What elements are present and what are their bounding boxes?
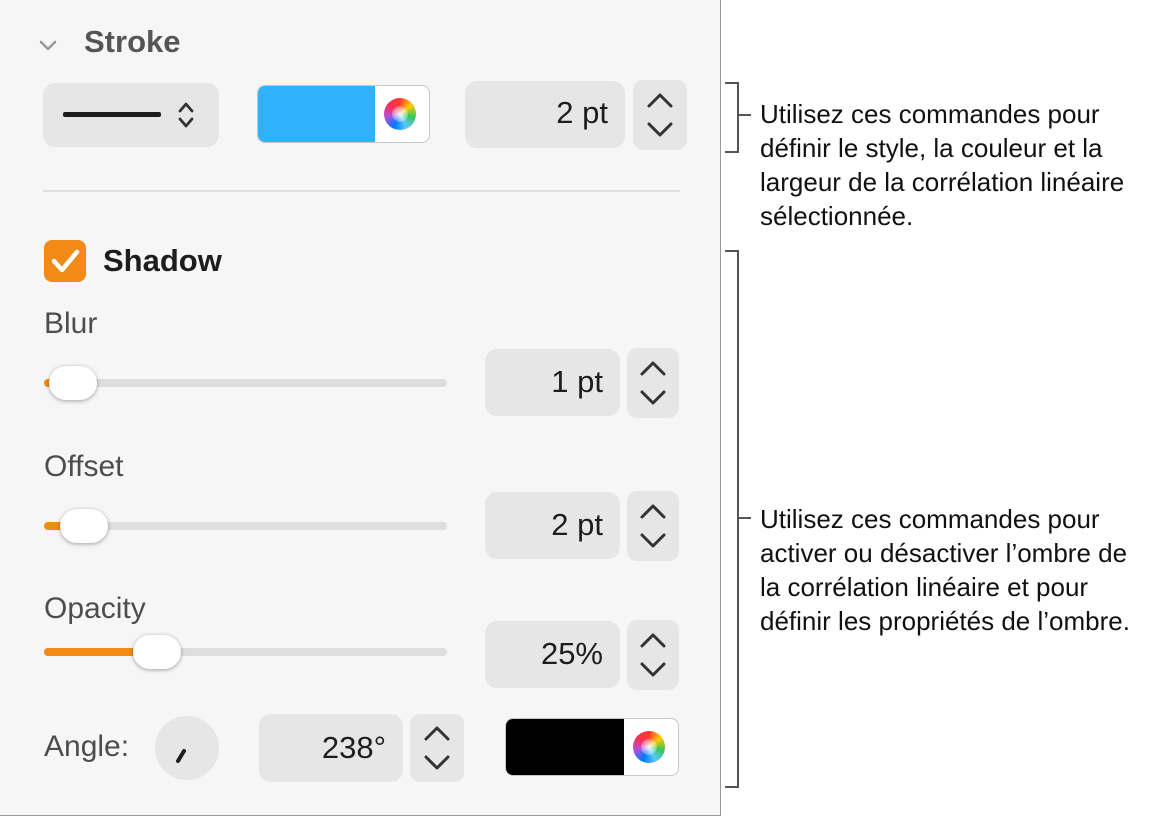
stepper-up-icon[interactable] (638, 501, 668, 521)
section-divider (43, 190, 680, 192)
blur-slider-thumb[interactable] (49, 366, 97, 400)
shadow-callout-bracket (725, 250, 739, 788)
stepper-up-icon[interactable] (638, 630, 668, 650)
opacity-value-field[interactable]: 25% (485, 621, 620, 688)
shadow-color-swatch (506, 719, 624, 775)
shadow-callout-leader (737, 517, 751, 519)
shadow-title: Shadow (103, 243, 222, 278)
angle-dial[interactable] (155, 716, 219, 780)
stepper-down-icon[interactable] (638, 388, 668, 408)
stepper-down-icon[interactable] (645, 120, 675, 140)
blur-stepper[interactable] (627, 348, 679, 418)
opacity-stepper[interactable] (627, 620, 679, 690)
angle-label: Angle: (44, 730, 130, 763)
blur-label: Blur (44, 307, 98, 340)
stroke-width-stepper[interactable] (633, 80, 687, 150)
shadow-checkbox[interactable] (44, 240, 86, 282)
stepper-down-icon[interactable] (638, 531, 668, 551)
stroke-title: Stroke (84, 24, 181, 59)
chevron-down-icon[interactable] (37, 34, 59, 56)
shadow-color-well[interactable] (505, 718, 679, 776)
color-wheel-icon[interactable] (384, 98, 416, 130)
blur-slider-track[interactable] (44, 379, 447, 387)
stroke-width-value: 2 pt (556, 95, 608, 130)
blur-value: 1 pt (551, 364, 603, 399)
checkmark-icon (51, 249, 80, 273)
angle-dial-icon (176, 749, 186, 763)
stroke-callout-leader (737, 114, 751, 116)
offset-value: 2 pt (551, 507, 603, 542)
stroke-color-well[interactable] (257, 85, 430, 143)
angle-stepper[interactable] (410, 714, 464, 782)
opacity-label: Opacity (44, 592, 146, 625)
offset-slider-thumb[interactable] (60, 509, 108, 543)
blur-value-field[interactable]: 1 pt (485, 349, 620, 416)
stepper-down-icon[interactable] (638, 660, 668, 680)
shadow-callout: Utilisez ces commandes pour activer ou d… (760, 504, 1130, 636)
opacity-value: 25% (540, 636, 603, 671)
stepper-up-icon[interactable] (638, 358, 668, 378)
stroke-callout: Utilisez ces commandes pour définir le s… (760, 99, 1125, 231)
offset-label: Offset (44, 450, 124, 483)
angle-value-field[interactable]: 238° (259, 714, 403, 782)
opacity-slider-thumb[interactable] (133, 635, 181, 669)
up-down-chevron-icon (178, 102, 194, 128)
stepper-up-icon[interactable] (422, 723, 452, 743)
offset-stepper[interactable] (627, 491, 679, 561)
angle-value: 238° (321, 730, 386, 765)
offset-value-field[interactable]: 2 pt (485, 492, 620, 559)
stepper-down-icon[interactable] (422, 753, 452, 773)
stroke-width-field[interactable]: 2 pt (465, 81, 625, 148)
line-style-preview (63, 112, 161, 117)
stroke-color-swatch (258, 86, 375, 142)
color-wheel-icon[interactable] (633, 731, 665, 763)
stepper-up-icon[interactable] (645, 90, 675, 110)
stroke-style-popup[interactable] (43, 83, 219, 147)
format-panel: Stroke 2 pt Shadow Blur 1 pt Offset 2 pt… (0, 0, 721, 816)
stroke-callout-bracket (725, 82, 739, 153)
